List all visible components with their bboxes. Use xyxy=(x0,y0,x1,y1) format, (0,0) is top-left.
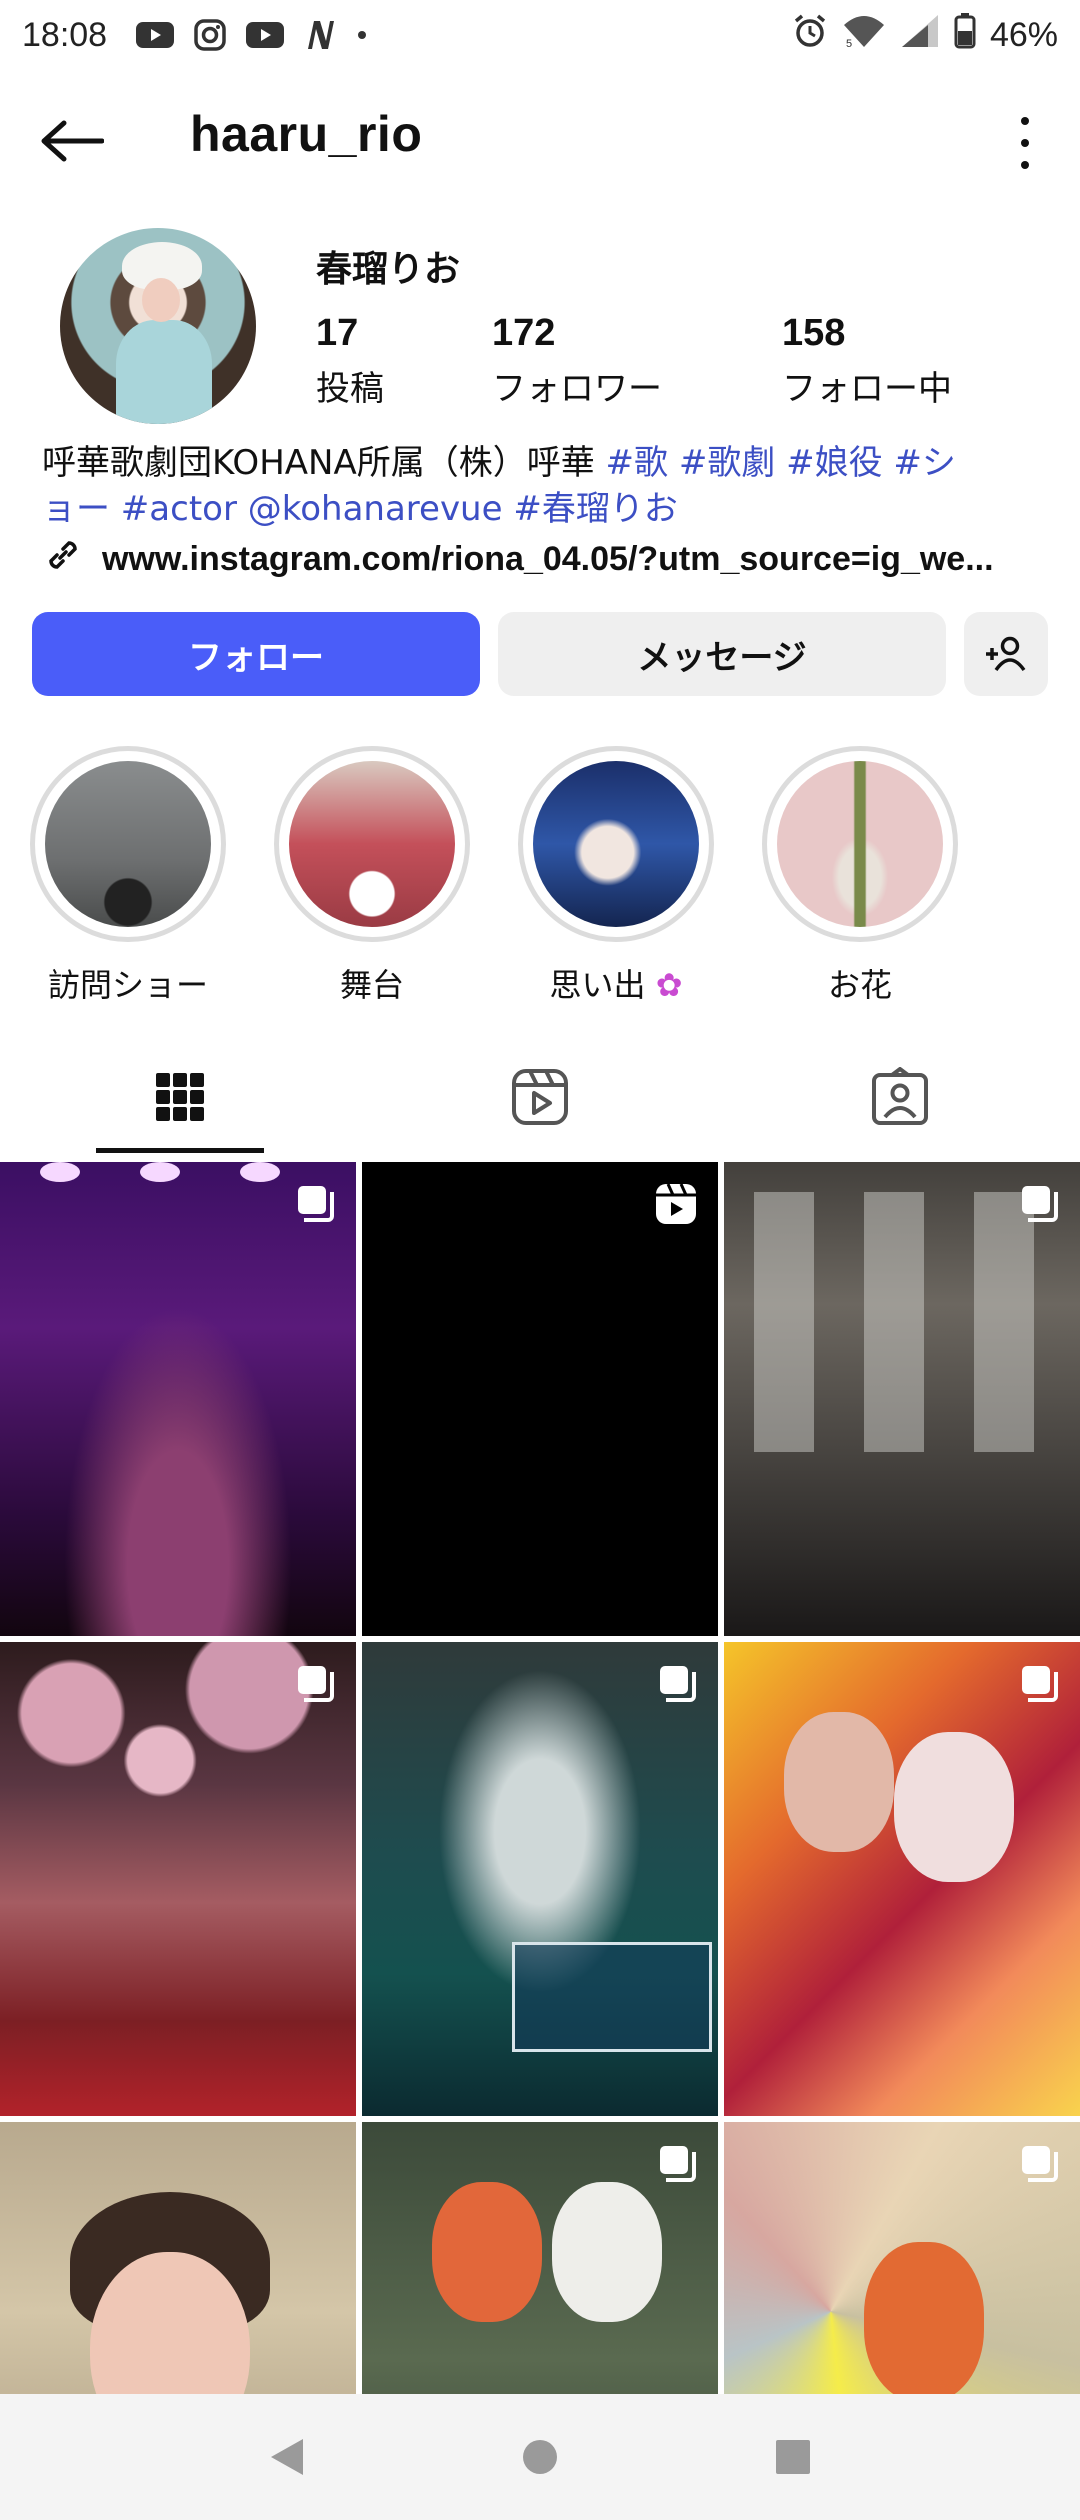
stat-value: 158 xyxy=(782,312,846,354)
signal-icon xyxy=(900,13,940,57)
carousel-icon xyxy=(656,2142,698,2188)
youtube-icon xyxy=(135,20,175,50)
bio-line: 呼華歌劇団KOHANA所属（株）呼華 #歌 #歌劇 #娘役 #シ xyxy=(42,440,1042,486)
highlight-memories[interactable]: 思い出 ✿ xyxy=(518,746,714,1006)
highlight-cover xyxy=(533,761,699,927)
highlight-stage[interactable]: 舞台 xyxy=(274,746,470,1006)
bio: 呼華歌劇団KOHANA所属（株）呼華 #歌 #歌劇 #娘役 #シ ョー #act… xyxy=(42,440,1042,532)
post-thumbnail[interactable] xyxy=(0,1162,356,1636)
netflix-icon xyxy=(303,19,337,51)
follow-button[interactable]: フォロー xyxy=(32,612,480,696)
stat-label: 投稿 xyxy=(316,369,384,409)
carousel-icon xyxy=(1018,2142,1060,2188)
system-nav-bar xyxy=(0,2394,1080,2520)
post-thumbnail[interactable] xyxy=(0,1642,356,2116)
highlight-visit-show[interactable]: 訪問ショー xyxy=(30,746,226,1006)
carousel-icon xyxy=(294,1182,336,1228)
link-icon xyxy=(42,536,84,582)
carousel-icon xyxy=(1018,1662,1060,1708)
suggest-users-button[interactable] xyxy=(964,612,1048,696)
youtube-icon xyxy=(245,20,285,50)
stat-value: 172 xyxy=(492,312,556,354)
svg-text:5: 5 xyxy=(846,38,852,49)
highlight-label: 舞台 xyxy=(339,966,404,1004)
bio-hashtags[interactable]: #歌 #歌劇 #娘役 #シ xyxy=(606,443,956,483)
highlight-cover xyxy=(777,761,943,927)
nav-home-button[interactable] xyxy=(505,2422,575,2492)
highlight-cover xyxy=(45,761,211,927)
post-thumbnail[interactable] xyxy=(724,2122,1080,2394)
status-bar: 18:08 5 46% xyxy=(0,0,1080,70)
more-dot-icon xyxy=(1021,139,1029,147)
carousel-icon xyxy=(1018,1182,1060,1228)
post-thumbnail[interactable] xyxy=(724,1642,1080,2116)
status-time: 18:08 xyxy=(22,15,108,54)
highlight-label: お花 xyxy=(827,966,892,1004)
tab-posts[interactable] xyxy=(0,1040,360,1154)
grid-icon xyxy=(156,1073,204,1121)
display-name: 春瑠りお xyxy=(316,249,461,290)
post-thumbnail[interactable] xyxy=(362,1642,718,2116)
active-tab-indicator xyxy=(96,1148,264,1153)
post-thumbnail[interactable] xyxy=(724,1162,1080,1636)
system-status: 5 46% xyxy=(792,13,1058,57)
posts-grid xyxy=(0,1162,1080,2394)
instagram-icon xyxy=(193,18,227,52)
square-recents-icon xyxy=(776,2440,811,2474)
wifi-icon: 5 xyxy=(842,13,886,57)
arrow-left-icon xyxy=(41,120,104,162)
back-button[interactable] xyxy=(40,113,104,169)
flower-icon: ✿ xyxy=(645,966,683,1004)
avatar[interactable] xyxy=(60,228,256,424)
post-thumbnail[interactable] xyxy=(0,2122,356,2394)
stat-label: フォロー中 xyxy=(782,369,952,409)
stat-value: 17 xyxy=(316,312,359,354)
profile-link[interactable]: www.instagram.com/riona_04.05/?utm_sourc… xyxy=(42,536,1042,582)
add-person-icon xyxy=(986,636,1026,672)
tab-tagged[interactable] xyxy=(720,1040,1080,1154)
more-dot-icon xyxy=(1021,161,1029,169)
page-title: haaru_rio xyxy=(190,106,423,162)
tagged-icon xyxy=(872,1067,928,1125)
stat-label: フォロワー xyxy=(492,369,662,409)
reels-icon xyxy=(512,1069,568,1125)
profile-header: haaru_rio xyxy=(0,95,1080,185)
stat-followers[interactable]: 172 フォロワー xyxy=(492,312,662,410)
more-dot-icon xyxy=(1021,117,1029,125)
alarm-icon xyxy=(792,13,828,57)
nav-back-button[interactable] xyxy=(252,2422,322,2492)
highlight-label: 思い出 ✿ xyxy=(549,966,683,1004)
nav-recents-button[interactable] xyxy=(758,2422,828,2492)
stat-posts: 17 投稿 xyxy=(316,312,384,410)
dot-icon xyxy=(355,28,369,42)
reels-icon xyxy=(654,1182,698,1230)
highlight-flowers[interactable]: お花 xyxy=(762,746,958,1006)
circle-home-icon xyxy=(522,2440,557,2474)
battery-percent: 46% xyxy=(989,15,1058,54)
highlight-cover xyxy=(289,761,455,927)
tab-reels[interactable] xyxy=(360,1040,720,1154)
bio-hashtags-line[interactable]: ョー #actor @kohanarevue #春瑠りお xyxy=(42,486,1042,532)
message-button[interactable]: メッセージ xyxy=(498,612,946,696)
link-text: www.instagram.com/riona_04.05/?utm_sourc… xyxy=(102,539,994,578)
post-thumbnail[interactable] xyxy=(362,1162,718,1636)
carousel-icon xyxy=(656,1662,698,1708)
highlight-label: 訪問ショー xyxy=(47,966,208,1004)
stat-following[interactable]: 158 フォロー中 xyxy=(782,312,952,410)
bio-text: 呼華歌劇団KOHANA所属（株）呼華 xyxy=(42,443,606,483)
battery-icon xyxy=(954,13,976,57)
triangle-back-icon xyxy=(270,2439,303,2475)
profile-tabs xyxy=(0,1040,1080,1154)
post-thumbnail[interactable] xyxy=(362,2122,718,2394)
more-options-button[interactable] xyxy=(1010,113,1040,173)
carousel-icon xyxy=(294,1662,336,1708)
